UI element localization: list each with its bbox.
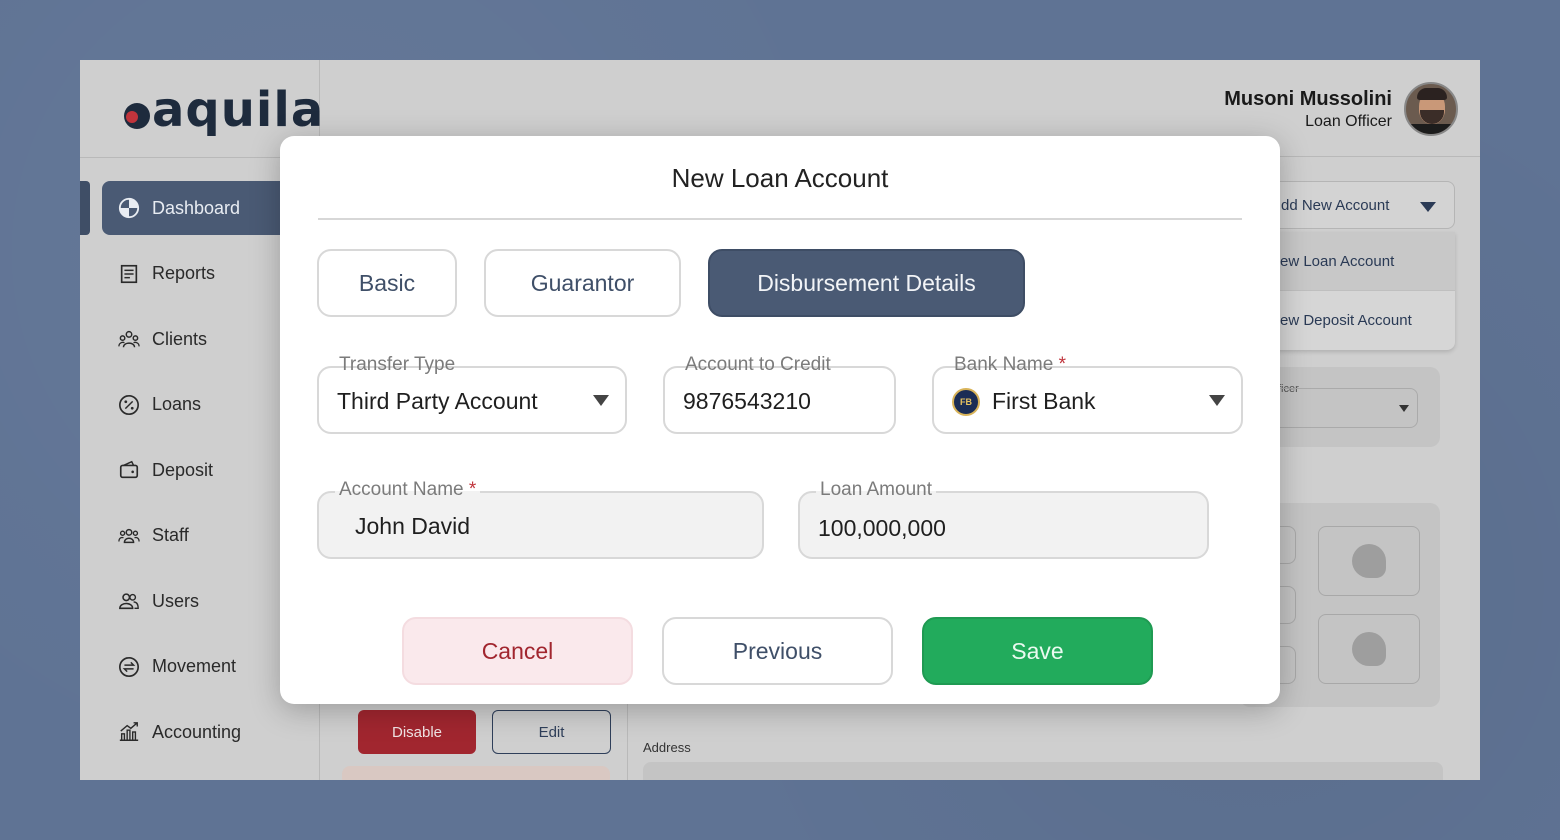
tab-disbursement-details[interactable]: Disbursement Details (708, 249, 1025, 317)
edit-button[interactable]: Edit (492, 710, 611, 754)
transfer-type-value: Third Party Account (337, 388, 538, 414)
account-to-credit-value: 9876543210 (683, 388, 811, 414)
sidebar-item-label: Accounting (152, 721, 242, 742)
chevron-down-icon (1209, 395, 1225, 406)
aquila-logo[interactable]: aquila (124, 80, 324, 140)
sidebar-item-staff[interactable]: Staff (102, 509, 302, 563)
sidebar-item-loans[interactable]: Loans (102, 378, 302, 432)
sidebar-item-label: Movement (152, 656, 237, 676)
account-name-field[interactable]: Account Name * John David (317, 479, 764, 559)
cancel-button[interactable]: Cancel (402, 617, 633, 685)
percent-icon (118, 394, 140, 416)
active-indicator (80, 181, 90, 235)
sidebar-nav: Dashboard Reports Clients Loans Deposit … (102, 181, 332, 771)
report-icon (118, 263, 140, 285)
sidebar-item-label: Users (152, 590, 200, 611)
movement-icon (118, 656, 140, 678)
account-name-value: John David (355, 513, 471, 539)
user-name: Musoni Mussolini (1224, 88, 1392, 110)
account-to-credit-field[interactable]: Account to Credit 9876543210 (663, 354, 896, 434)
sidebar-item-label: Deposit (152, 459, 214, 480)
avatar[interactable] (1404, 82, 1458, 136)
status-strip (342, 766, 610, 780)
sidebar-item-label: Loans (152, 394, 202, 414)
account-to-credit-label: Account to Credit (681, 354, 835, 376)
users-icon (118, 590, 140, 612)
clients-icon (118, 328, 140, 350)
transfer-type-select[interactable]: Transfer Type Third Party Account (317, 354, 627, 434)
tab-basic[interactable]: Basic (317, 249, 457, 317)
loan-amount-value: 100,000,000 (818, 515, 946, 541)
loan-amount-field[interactable]: Loan Amount 100,000,000 (798, 479, 1209, 559)
sidebar-item-movement[interactable]: Movement (102, 640, 302, 694)
sidebar-item-label: Reports (152, 263, 216, 283)
eagle-placeholder-icon (1352, 544, 1386, 578)
previous-button[interactable]: Previous (662, 617, 893, 685)
add-new-account-label: dd New Account (1281, 196, 1390, 214)
logo-text: aquila (152, 82, 325, 138)
address-label: Address (643, 740, 691, 755)
sidebar-item-label: Clients (152, 328, 208, 349)
bank-name-select[interactable]: Bank Name * FB First Bank (932, 354, 1243, 434)
account-name-label: Account Name * (335, 479, 481, 501)
first-bank-logo-icon: FB (952, 388, 980, 416)
avatar-shirt (1406, 124, 1456, 134)
bank-name-value: First Bank (992, 388, 1096, 414)
chevron-down-icon (1420, 202, 1436, 212)
required-mark: * (468, 479, 477, 500)
loan-amount-label: Loan Amount (816, 479, 936, 501)
photo-placeholder[interactable] (1318, 526, 1420, 596)
sidebar-item-deposit[interactable]: Deposit (102, 443, 302, 497)
new-loan-account-modal: New Loan Account Basic Guarantor Disburs… (280, 136, 1280, 704)
photo-placeholder[interactable] (1318, 614, 1420, 684)
pie-chart-icon (118, 197, 140, 219)
required-mark: * (1058, 354, 1066, 375)
tab-guarantor[interactable]: Guarantor (484, 249, 681, 317)
eagle-placeholder-icon (1352, 632, 1386, 666)
save-button[interactable]: Save (922, 617, 1153, 685)
modal-divider (318, 218, 1242, 220)
user-role: Loan Officer (1305, 113, 1392, 130)
sidebar-item-reports[interactable]: Reports (102, 247, 302, 301)
modal-title: New Loan Account (671, 163, 889, 193)
chevron-down-icon (593, 395, 609, 406)
sidebar-item-clients[interactable]: Clients (102, 312, 302, 366)
sidebar-item-label: Staff (152, 525, 189, 545)
sidebar-item-label: Dashboard (152, 197, 241, 218)
avatar-beard (1420, 110, 1444, 124)
address-field[interactable] (643, 762, 1443, 780)
sidebar-item-users[interactable]: Users (102, 574, 302, 628)
logo-mark-icon (124, 103, 150, 129)
chevron-down-icon (1399, 405, 1409, 412)
disable-button[interactable]: Disable (358, 710, 476, 754)
accounting-icon (118, 721, 140, 743)
staff-icon (118, 525, 140, 547)
transfer-type-label: Transfer Type (335, 354, 460, 376)
sidebar-item-accounting[interactable]: Accounting (102, 705, 302, 759)
bank-name-label: Bank Name * (950, 354, 1070, 376)
avatar-hair (1417, 88, 1447, 100)
wallet-icon (118, 459, 140, 481)
